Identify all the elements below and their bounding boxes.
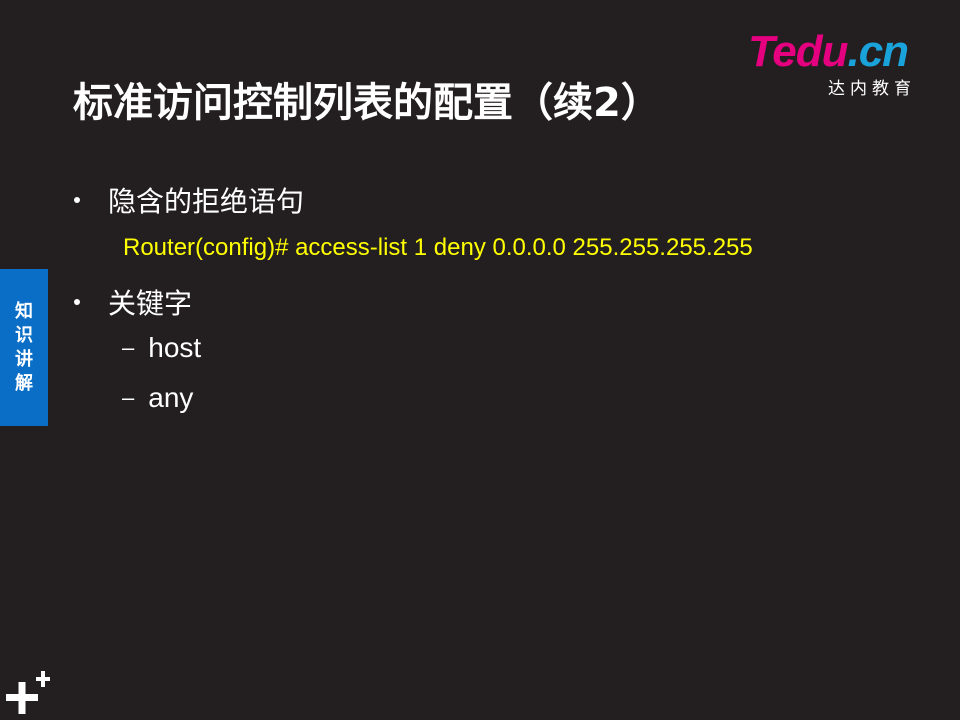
- section-tab-char: 讲: [15, 348, 33, 370]
- bullet-text: 隐含的拒绝语句: [108, 185, 305, 218]
- section-tab-char: 解: [15, 372, 33, 394]
- logo-subtitle: 达内教育: [828, 79, 916, 99]
- tedu-logo: Tedu.cn 达内教育: [748, 28, 938, 100]
- section-tab-char: 识: [15, 324, 33, 346]
- sub-item-any: – any: [122, 382, 193, 414]
- section-tab-char: 知: [15, 300, 33, 322]
- slide-title: 标准访问控制列表的配置（续2）: [73, 80, 661, 126]
- bullet-dot-icon: [74, 299, 80, 305]
- bullet-keywords: 关键字: [74, 282, 192, 322]
- logo-wordmark: Tedu.cn: [748, 27, 909, 76]
- bullet-text: 关键字: [108, 287, 193, 320]
- logo-edu: edu: [772, 27, 848, 76]
- section-tab-knowledge: 知 识 讲 解: [0, 269, 48, 426]
- dash-icon: –: [122, 385, 135, 410]
- plus-plus-icon: [6, 671, 50, 714]
- logo-letter-t: T: [748, 27, 773, 76]
- logo-cn: .cn: [847, 27, 909, 76]
- bullet-implicit-deny: 隐含的拒绝语句: [74, 180, 304, 220]
- code-example: Router(config)# access-list 1 deny 0.0.0…: [123, 234, 753, 261]
- bullet-dot-icon: [74, 197, 80, 203]
- dash-icon: –: [122, 335, 135, 360]
- sub-item-host: – host: [122, 332, 201, 364]
- sub-item-text: host: [148, 332, 202, 363]
- sub-item-text: any: [148, 382, 194, 413]
